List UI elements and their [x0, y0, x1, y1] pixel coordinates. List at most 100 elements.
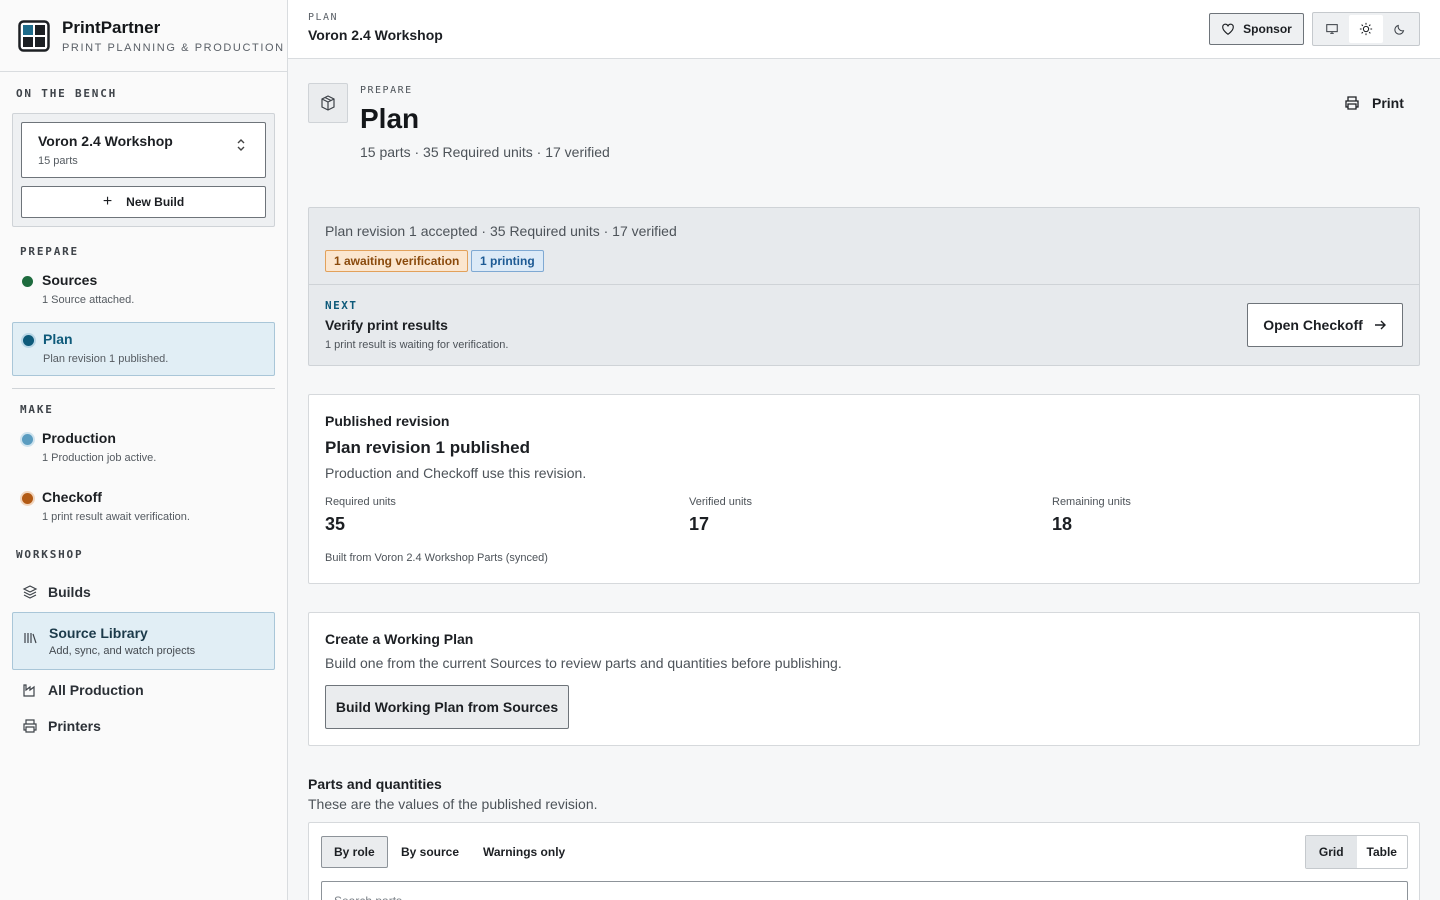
printer-icon [1345, 96, 1359, 110]
monitor-icon [1326, 24, 1338, 34]
view-table-button[interactable]: Table [1357, 836, 1408, 868]
open-checkoff-button[interactable]: Open Checkoff [1247, 303, 1403, 347]
parts-card: By role By source Warnings only Grid Tab… [308, 822, 1420, 900]
page-icon [308, 83, 348, 123]
status-divider [309, 284, 1419, 285]
nav-step-checkoff[interactable]: Checkoff 1 print result await verificati… [12, 481, 275, 531]
stat-verified: Verified units 17 [689, 496, 752, 535]
view-grid-button[interactable]: Grid [1306, 836, 1357, 868]
print-button[interactable]: Print [1344, 95, 1404, 111]
plus-icon: + [102, 193, 113, 210]
search-parts-input[interactable]: Search parts [321, 881, 1408, 900]
next-label: NEXT [325, 299, 358, 312]
sidebar-item-printers[interactable]: Printers [12, 708, 275, 744]
prepare-section-label: PREPARE [20, 245, 79, 258]
stat-label: Verified units [689, 496, 752, 508]
status-badge-printing: 1 printing [471, 250, 544, 272]
make-section-label: MAKE [20, 403, 54, 416]
nav-step-production[interactable]: Production 1 Production job active. [12, 422, 275, 472]
built-from-note: Built from Voron 2.4 Workshop Parts (syn… [325, 552, 548, 564]
bench-label: ON THE BENCH [16, 87, 118, 100]
page-eyebrow: PREPARE [360, 85, 413, 96]
app-tagline: PRINT PLANNING & PRODUCTION [62, 41, 285, 54]
step-desc: 1 print result await verification. [42, 511, 190, 523]
tab-by-source[interactable]: By source [389, 836, 471, 868]
parts-desc: These are the values of the published re… [308, 796, 598, 812]
factory-icon [23, 684, 35, 697]
status-dot [22, 493, 33, 504]
status-badge-awaiting: 1 awaiting verification [325, 250, 469, 272]
working-plan-card: Create a Working Plan Build one from the… [308, 612, 1420, 746]
sidebar-item-label: Source Library [49, 625, 148, 641]
brand-header: PrintPartner PRINT PLANNING & PRODUCTION [0, 0, 287, 72]
next-desc: 1 print result is waiting for verificati… [325, 339, 509, 351]
parts-heading: Parts and quantities [308, 776, 442, 792]
theme-light-button[interactable] [1349, 15, 1383, 43]
sidebar-item-label: Builds [48, 584, 91, 600]
nav-step-sources[interactable]: Sources 1 Source attached. [12, 264, 275, 314]
moon-icon [1394, 24, 1405, 35]
status-dot [23, 335, 34, 346]
tab-warnings-only[interactable]: Warnings only [471, 836, 577, 868]
tab-by-role[interactable]: By role [321, 836, 388, 868]
status-summary: Plan revision 1 accepted · 35 Required u… [325, 223, 677, 239]
step-title: Checkoff [42, 489, 102, 505]
chevron-updown-icon [237, 139, 245, 151]
new-build-button[interactable]: + New Build [21, 186, 266, 218]
theme-dark-button[interactable] [1383, 15, 1417, 43]
stat-value: 17 [689, 514, 710, 534]
step-desc: 1 Production job active. [42, 452, 157, 464]
heart-icon [1222, 23, 1234, 35]
stat-label: Remaining units [1052, 496, 1131, 508]
next-title: Verify print results [325, 317, 448, 333]
sponsor-button[interactable]: Sponsor [1209, 13, 1304, 45]
build-working-plan-button[interactable]: Build Working Plan from Sources [325, 685, 569, 729]
stat-required: Required units 35 [325, 496, 396, 535]
stat-remaining: Remaining units 18 [1052, 496, 1131, 535]
sidebar-item-label: Printers [48, 718, 101, 734]
build-name: Voron 2.4 Workshop [38, 133, 173, 149]
arrow-right-icon [1374, 320, 1386, 330]
new-build-label: New Build [126, 195, 185, 209]
published-revision-card: Published revision Plan revision 1 publi… [308, 394, 1420, 584]
library-icon [24, 633, 37, 644]
build-parts-count: 15 parts [38, 155, 78, 167]
page-meta: 15 parts · 35 Required units · 17 verifi… [360, 144, 610, 160]
topbar: PLAN Voron 2.4 Workshop Sponsor [288, 0, 1440, 59]
sidebar: PrintPartner PRINT PLANNING & PRODUCTION… [0, 0, 288, 900]
step-title: Plan [43, 331, 73, 347]
stat-label: Required units [325, 496, 396, 508]
open-checkoff-label: Open Checkoff [1263, 317, 1363, 333]
status-dot [22, 434, 33, 445]
working-plan-heading: Create a Working Plan [325, 631, 474, 647]
breadcrumb-title: Voron 2.4 Workshop [308, 27, 443, 43]
sidebar-item-sub: Add, sync, and watch projects [49, 645, 196, 657]
step-desc: Plan revision 1 published. [43, 353, 169, 365]
stat-value: 18 [1052, 514, 1073, 534]
app-name: PrintPartner [62, 17, 161, 37]
published-title: Plan revision 1 published [325, 438, 530, 457]
theme-switcher [1312, 12, 1420, 46]
sidebar-item-label: All Production [48, 682, 144, 698]
sponsor-label: Sponsor [1243, 22, 1292, 36]
theme-system-button[interactable] [1315, 15, 1349, 43]
breadcrumb-label: PLAN [308, 12, 339, 23]
working-plan-desc: Build one from the current Sources to re… [325, 655, 842, 671]
sidebar-item-source-library[interactable]: Source Library Add, sync, and watch proj… [12, 612, 275, 670]
nav-divider [12, 388, 275, 389]
build-selector[interactable]: Voron 2.4 Workshop 15 parts [21, 122, 266, 178]
status-card: Plan revision 1 accepted · 35 Required u… [308, 207, 1420, 366]
published-desc: Production and Checkoff use this revisio… [325, 465, 587, 481]
nav-step-plan[interactable]: Plan Plan revision 1 published. [12, 322, 275, 376]
printer-icon [23, 719, 37, 733]
package-icon [321, 95, 335, 111]
published-heading: Published revision [325, 413, 450, 429]
step-title: Sources [42, 272, 98, 288]
sidebar-item-all-production[interactable]: All Production [12, 672, 275, 708]
sidebar-item-builds[interactable]: Builds [12, 574, 275, 610]
step-title: Production [42, 430, 116, 446]
view-switcher: Grid Table [1305, 835, 1408, 869]
page-title: Plan [360, 103, 420, 134]
app-logo-icon [18, 19, 50, 52]
layers-icon [22, 585, 38, 599]
